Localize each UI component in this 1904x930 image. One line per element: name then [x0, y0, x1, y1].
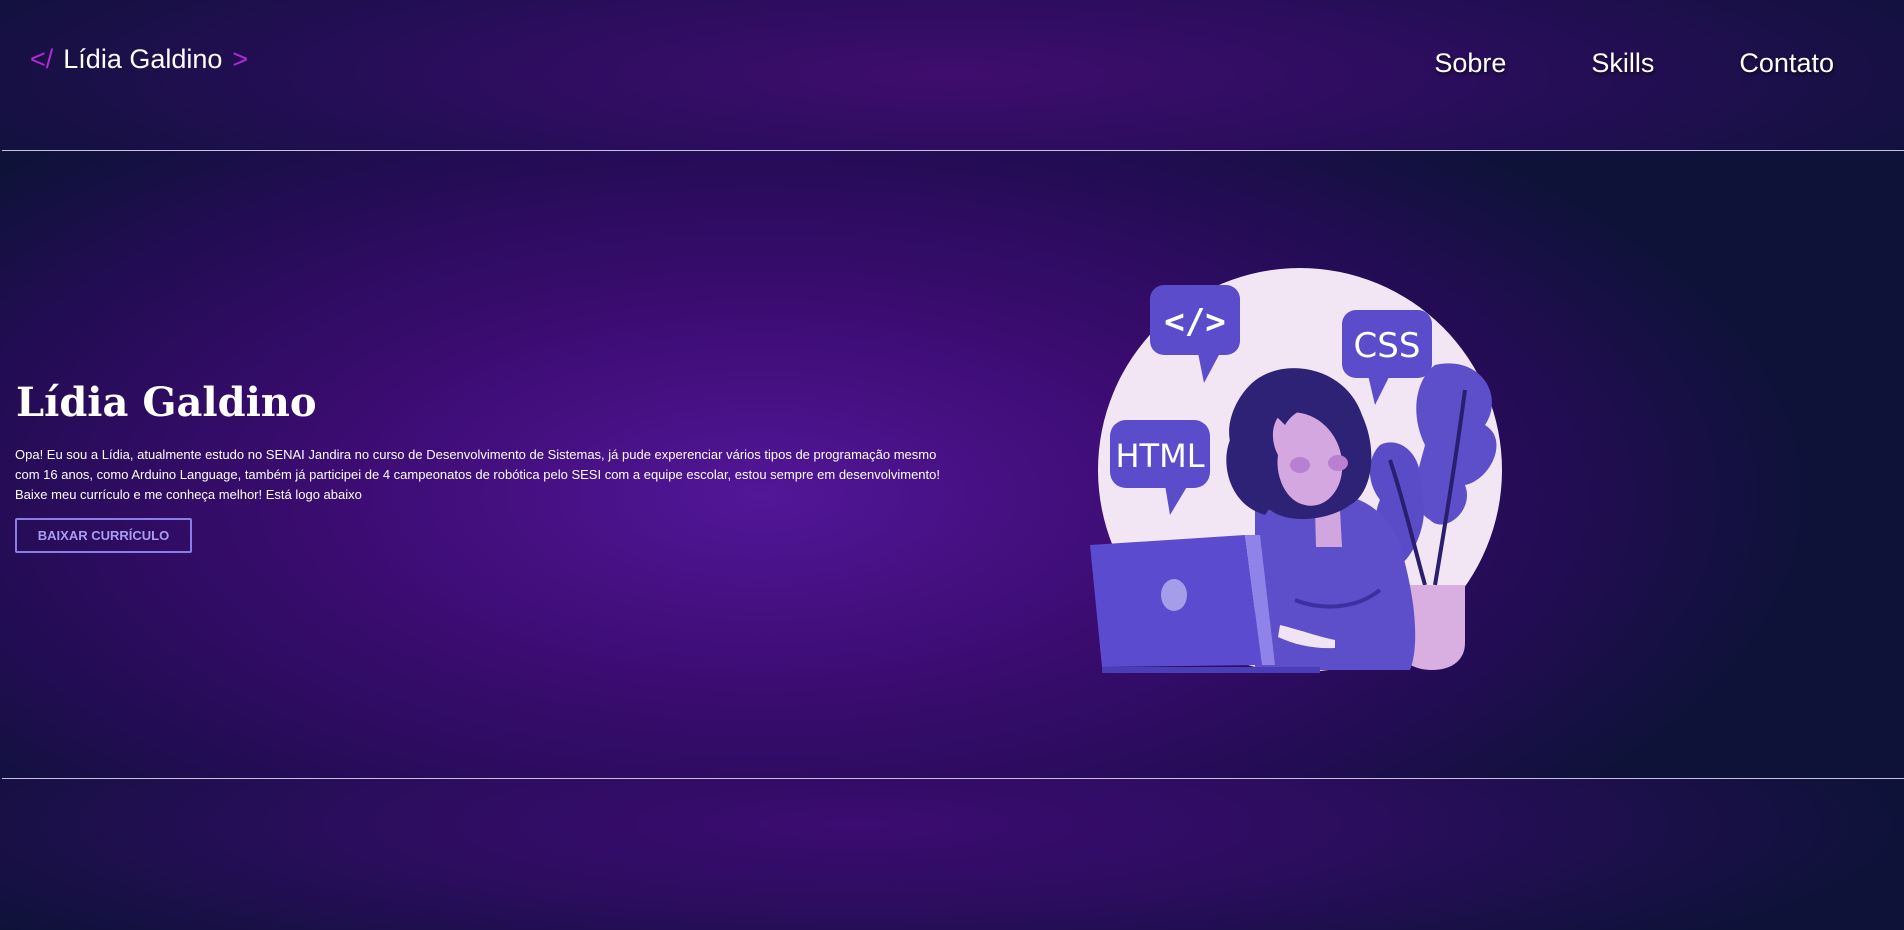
header-divider	[2, 150, 1904, 151]
hero-title: Lídia Galdino	[16, 379, 317, 426]
logo-close-bracket: >	[232, 44, 249, 74]
laptop-logo	[1161, 579, 1187, 611]
hero-description: Opa! Eu sou a Lídia, atualmente estudo n…	[15, 447, 940, 502]
nav-link-contato[interactable]: Contato	[1739, 48, 1834, 79]
code-bubble-label: </>	[1164, 302, 1225, 342]
hero-divider	[2, 778, 1904, 779]
nav-link-sobre[interactable]: Sobre	[1434, 48, 1506, 79]
site-logo[interactable]: </ Lídia Galdino >	[30, 44, 248, 75]
logo-name: Lídia Galdino	[63, 44, 223, 74]
developer-illustration: </> CSS HTML	[1080, 265, 1520, 675]
footer-background	[0, 779, 1904, 930]
main-nav: Sobre Skills Contato	[1434, 48, 1834, 79]
download-cv-button[interactable]: BAIXAR CURRÍCULO	[15, 518, 192, 553]
nav-link-skills[interactable]: Skills	[1591, 48, 1654, 79]
logo-open-bracket: </	[30, 44, 54, 74]
css-bubble-label: CSS	[1354, 326, 1421, 366]
html-bubble-label: HTML	[1115, 437, 1204, 475]
